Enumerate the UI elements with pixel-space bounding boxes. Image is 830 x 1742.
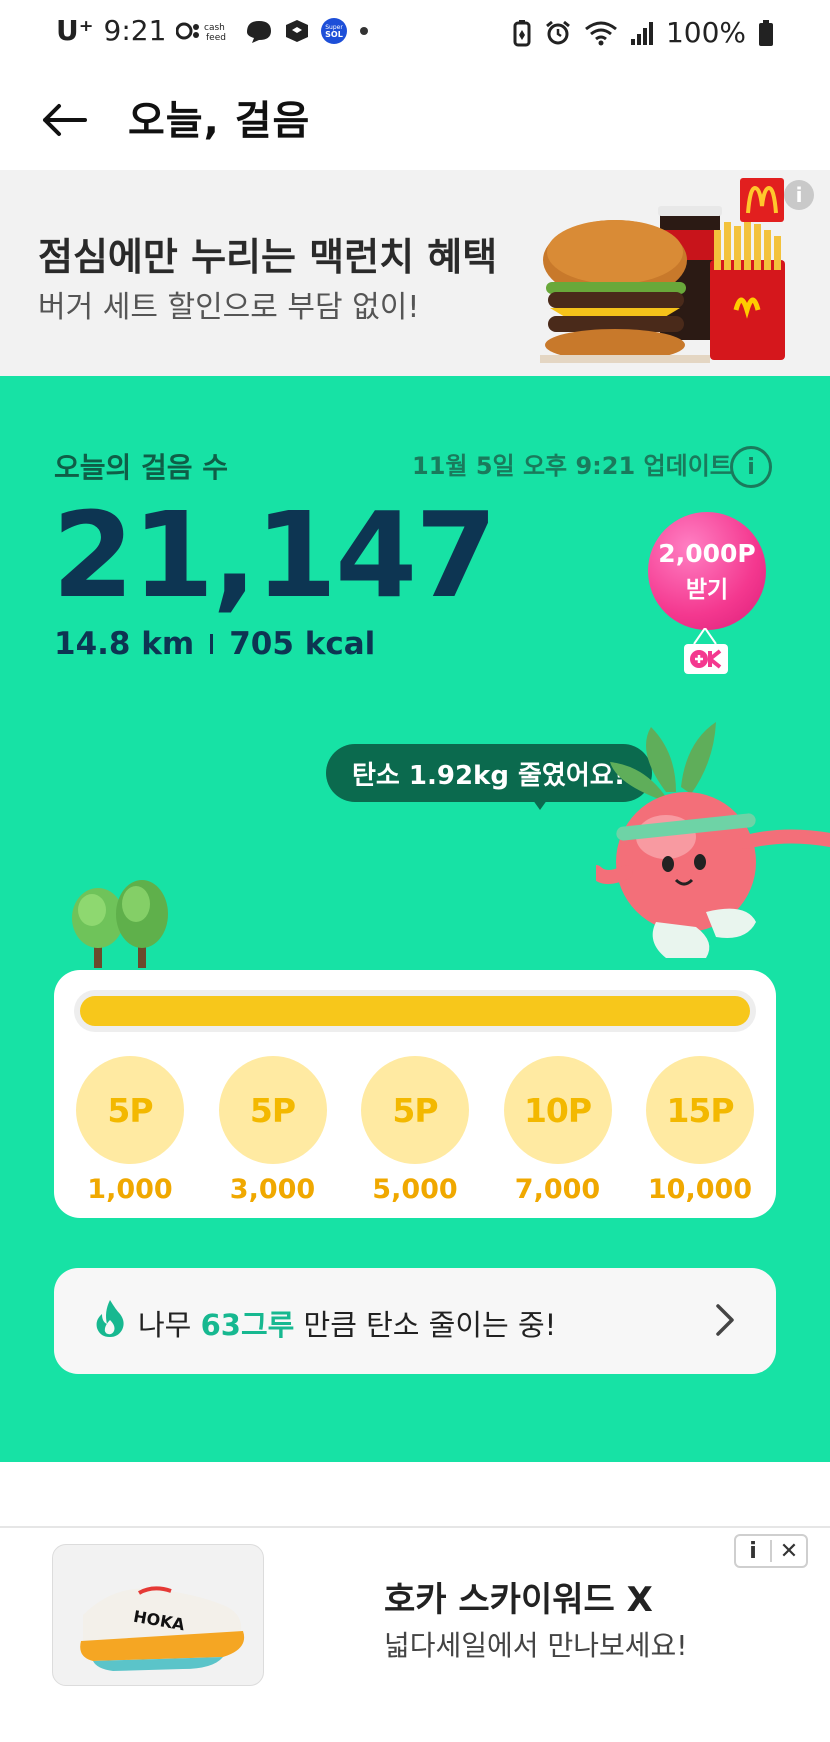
- super-sol-icon: Super SOL: [320, 17, 348, 45]
- shoe-image: HOKA: [80, 1586, 245, 1671]
- carbon-reduction-card[interactable]: 나무 63그루 만큼 탄소 줄이는 중!: [54, 1268, 776, 1374]
- progress-fill: [80, 996, 750, 1026]
- signal-icon: [630, 19, 654, 47]
- milestone-card: 5P 1,000 5P 3,000 5P 5,000 10P 7,000 15P…: [54, 970, 776, 1218]
- carbon-message: 나무 63그루 만큼 탄소 줄이는 중!: [138, 1302, 556, 1344]
- trees-illustration: [72, 880, 168, 968]
- ad-controls: i ✕: [734, 1534, 808, 1568]
- wifi-icon: [584, 19, 618, 47]
- speech-tail: [530, 796, 550, 810]
- back-arrow-icon: [43, 104, 87, 136]
- milestone-steps: 1,000: [87, 1174, 173, 1205]
- app-header: 오늘, 걸음: [0, 70, 830, 170]
- milestone-1[interactable]: 5P 1,000: [76, 1056, 184, 1205]
- carbon-suffix: 만큼 탄소 줄이는 중!: [294, 1308, 557, 1342]
- steps-label: 오늘의 걸음 수: [54, 451, 229, 484]
- status-right: 100%: [512, 16, 774, 49]
- battery-saver-icon: [512, 19, 532, 47]
- svg-text:SOL: SOL: [326, 30, 344, 39]
- milestone-2[interactable]: 5P 3,000: [218, 1056, 327, 1205]
- update-time: 11월 5일 오후 9:21 업데이트: [412, 452, 732, 480]
- status-left: U⁺ 9:21 cash feed Super SOL: [56, 14, 370, 47]
- shoe-thumbnail: HOKA: [52, 1544, 264, 1686]
- milestone-points: 15P: [646, 1056, 754, 1164]
- page-title: 오늘, 걸음: [128, 98, 311, 144]
- reward-balloon-button[interactable]: 2,000P 받기: [648, 512, 766, 630]
- cash-feed-icon: cash feed: [176, 18, 234, 44]
- svg-text:feed: feed: [206, 33, 226, 43]
- milestone-points: 5P: [76, 1056, 184, 1164]
- hoka-ad-banner[interactable]: HOKA 호카 스카이워드 X 넓다세일에서 만나보세요! i ✕: [0, 1528, 830, 1742]
- progress-track: [74, 990, 756, 1032]
- milestone-3[interactable]: 5P 5,000: [361, 1056, 469, 1205]
- milestone-points: 10P: [503, 1056, 612, 1164]
- battery-percent: 100%: [665, 16, 746, 49]
- milestone-steps: 3,000: [229, 1174, 316, 1205]
- ok-cashbag-tag: [684, 644, 728, 674]
- chat-app-icon: [244, 18, 274, 44]
- back-button[interactable]: [36, 92, 92, 148]
- status-bar: U⁺ 9:21 cash feed Super SOL 100%: [0, 0, 830, 70]
- milestone-4[interactable]: 10P 7,000: [503, 1056, 612, 1205]
- ad-title: 점심에만 누리는 맥런치 혜택: [38, 235, 498, 279]
- today-steps-section: 오늘의 걸음 수 11월 5일 오후 9:21 업데이트 i 21,147 14…: [0, 376, 830, 1462]
- ad-info-icon[interactable]: i: [784, 180, 814, 210]
- reward-amount: 2,000P: [658, 538, 756, 568]
- alarm-icon: [544, 19, 572, 47]
- mcdonalds-logo: [740, 178, 784, 222]
- milestone-points: 5P: [361, 1056, 469, 1164]
- reward-action: 받기: [685, 576, 729, 603]
- milestone-steps: 5,000: [372, 1174, 458, 1205]
- milestone-points: 5P: [218, 1056, 327, 1164]
- ad-subtitle: 넓다세일에서 만나보세요!: [384, 1629, 688, 1662]
- ad-subtitle: 버거 세트 할인으로 부담 없이!: [38, 290, 420, 325]
- ad-title: 호카 스카이워드 X: [384, 1580, 653, 1620]
- carrier-label: U⁺: [56, 14, 94, 47]
- stats-divider: [210, 634, 214, 654]
- more-notifications-dot-icon: [358, 25, 370, 37]
- step-stats: 14.8 km 705 kcal: [54, 626, 375, 662]
- shield-app-icon: [284, 18, 310, 44]
- radish-character-illustration: [596, 722, 830, 958]
- tree-count: 63그루: [200, 1308, 295, 1342]
- battery-icon: [758, 19, 774, 47]
- info-icon[interactable]: i: [730, 446, 772, 488]
- milestone-row: 5P 1,000 5P 3,000 5P 5,000 10P 7,000 15P…: [76, 1056, 754, 1205]
- milestone-steps: 7,000: [514, 1174, 601, 1205]
- milestone-5[interactable]: 15P 10,000: [646, 1056, 754, 1205]
- step-count: 21,147: [52, 486, 497, 624]
- milestone-steps: 10,000: [647, 1174, 753, 1205]
- chevron-right-icon: [716, 1304, 734, 1336]
- ad-close-button[interactable]: ✕: [772, 1539, 806, 1564]
- clock: 9:21: [103, 14, 167, 47]
- calories-value: 705 kcal: [229, 626, 376, 662]
- svg-text:cash: cash: [204, 23, 225, 33]
- carbon-prefix: 나무: [138, 1308, 201, 1342]
- distance-value: 14.8 km: [54, 626, 195, 662]
- mcdonalds-ad-banner[interactable]: 점심에만 누리는 맥런치 혜택 버거 세트 할인으로 부담 없이! i: [0, 170, 830, 376]
- ad-info-button[interactable]: i: [736, 1539, 770, 1564]
- flame-icon: [96, 1300, 124, 1337]
